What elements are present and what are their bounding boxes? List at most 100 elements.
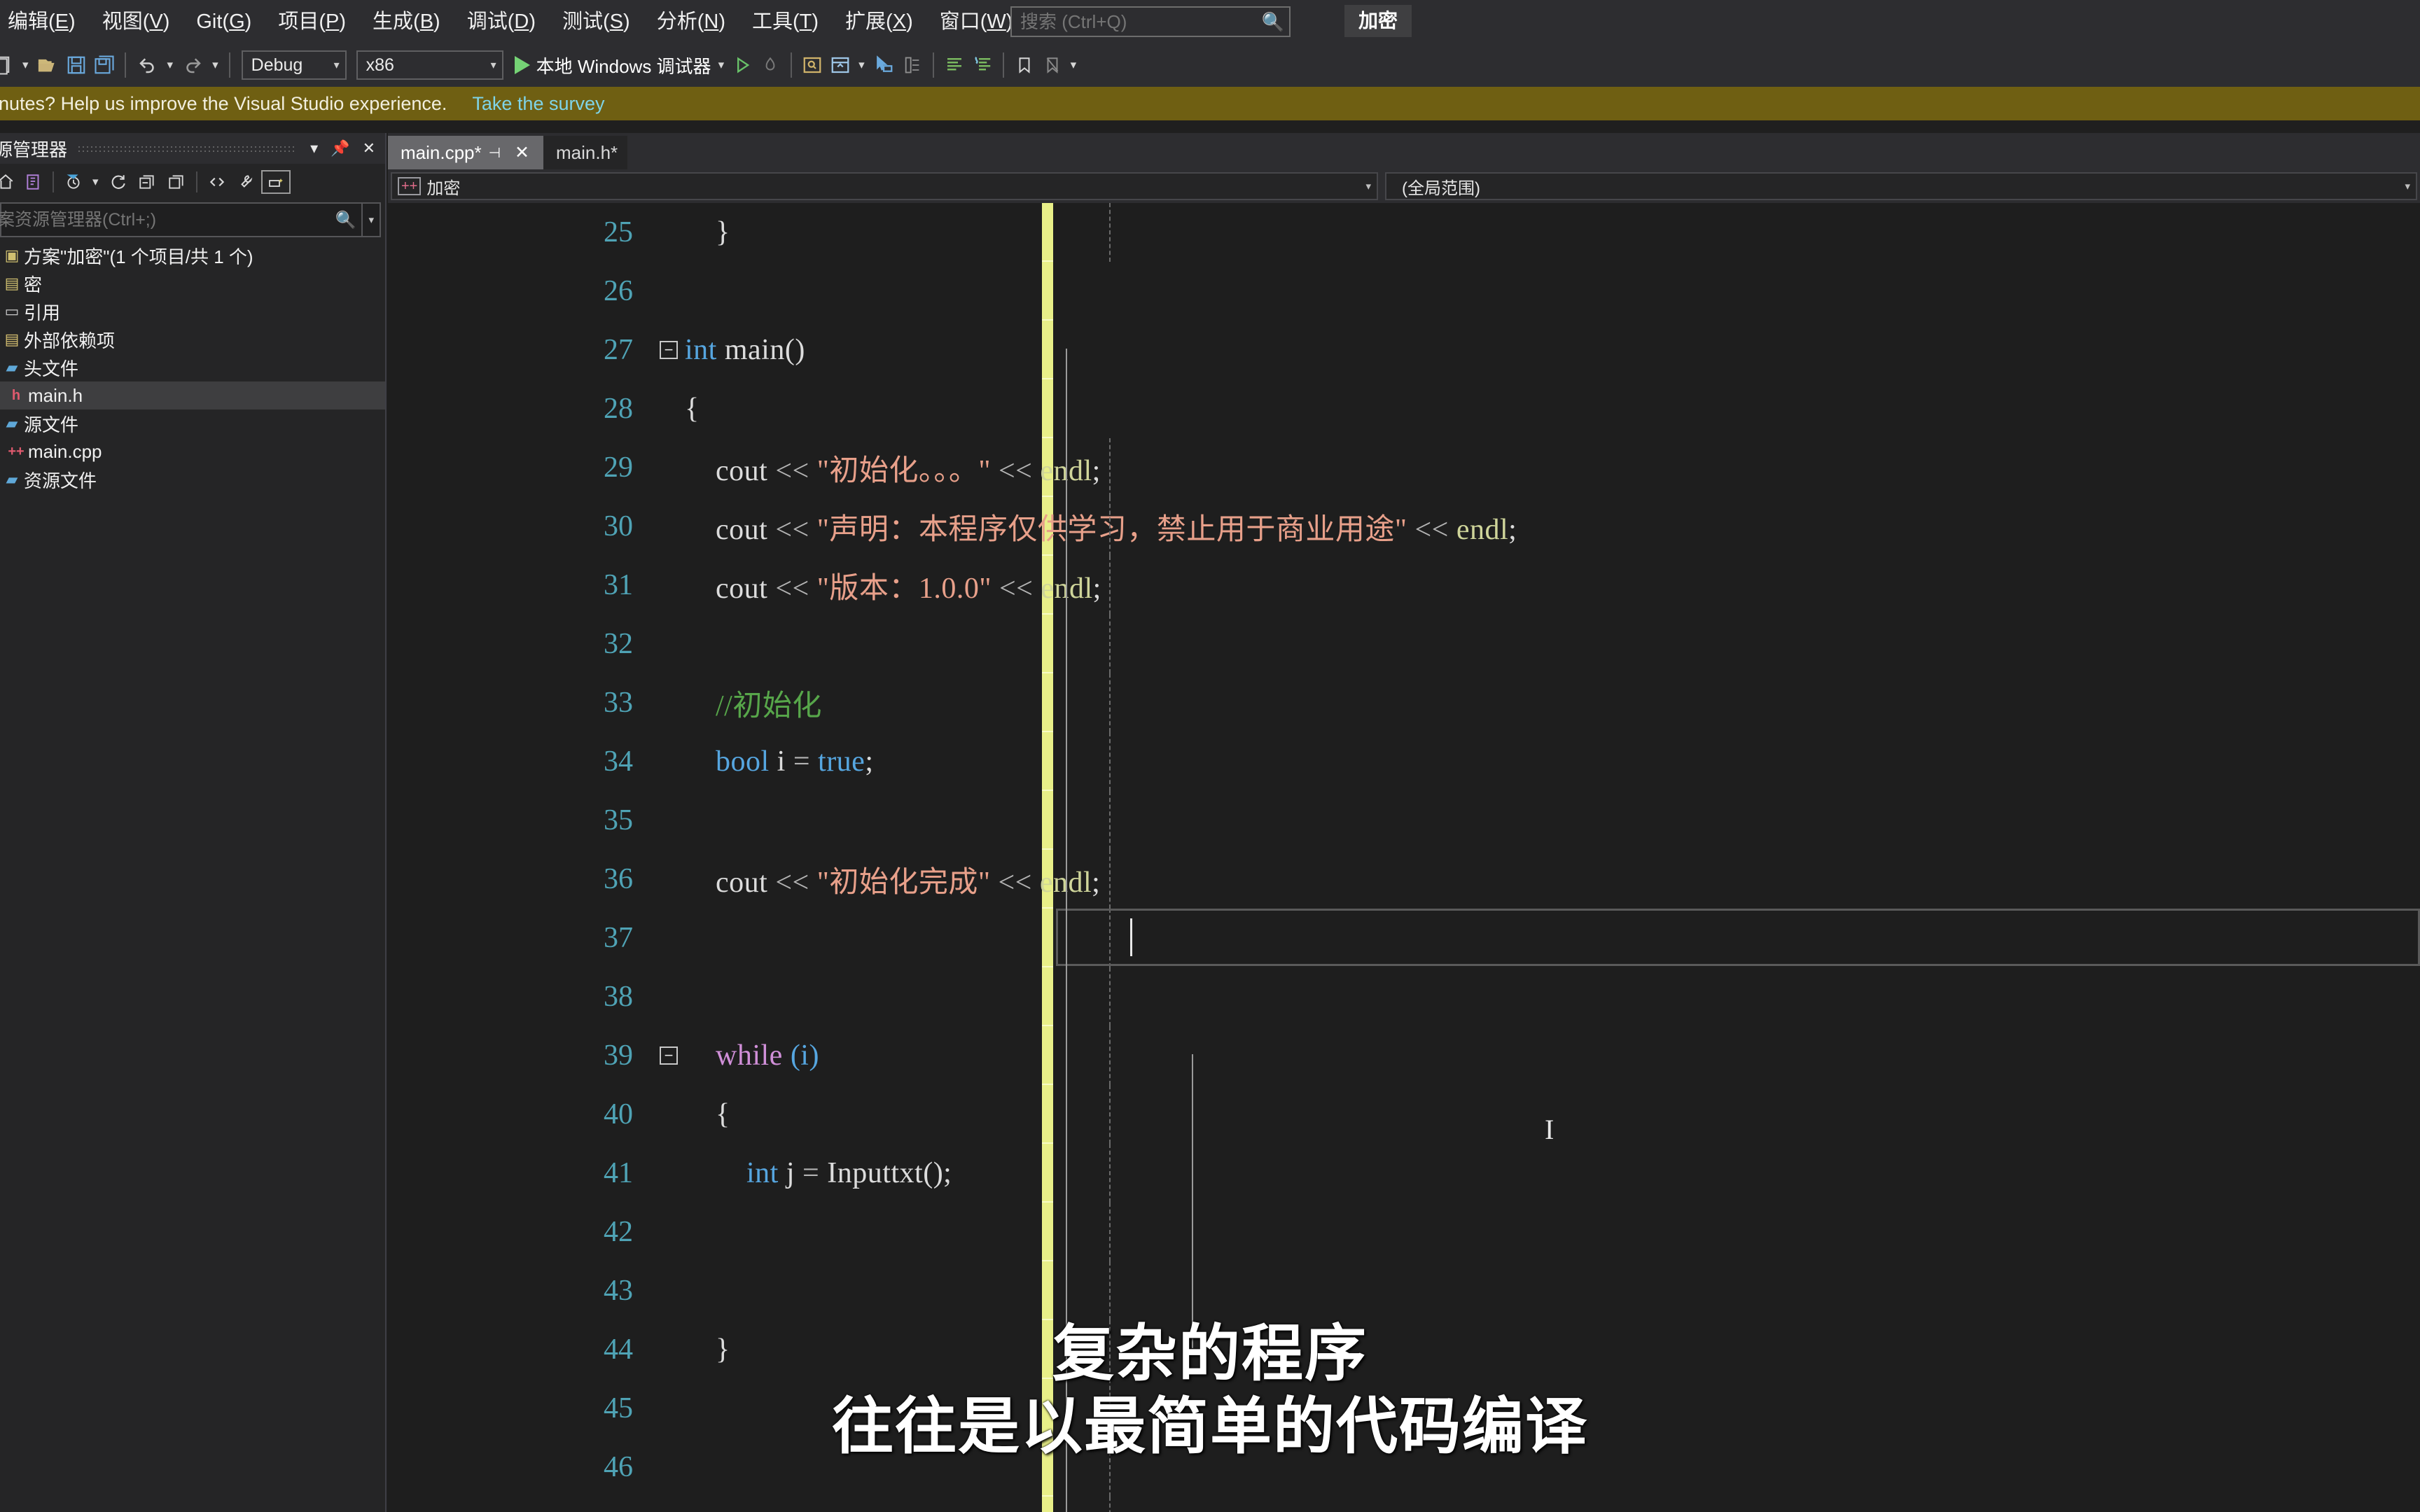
undo-dropdown-icon[interactable]: ▾ [163, 58, 178, 72]
pending-changes-filter-icon[interactable] [59, 173, 88, 191]
properties-icon[interactable] [232, 173, 261, 191]
navbar-scope-dropdown[interactable]: (全局范围) ▾ [1385, 172, 2417, 200]
code-line[interactable]: 28 { [388, 379, 2420, 438]
code-line[interactable]: 43 [388, 1261, 2420, 1320]
menu-item-6[interactable]: 测试(S) [549, 0, 644, 43]
start-without-debugging-icon[interactable] [728, 46, 756, 84]
drag-handle[interactable] [77, 145, 295, 152]
code-line[interactable]: 31 cout << "版本：1.0.0" << endl; [388, 556, 2420, 615]
fold-minus-icon[interactable]: − [660, 1046, 678, 1065]
chevron-down-icon[interactable]: ▾ [1358, 180, 1371, 192]
solution-explorer-search[interactable]: 🔍 ▾ [0, 202, 381, 237]
menu-item-3[interactable]: 项目(P) [265, 0, 359, 43]
menu-item-8[interactable]: 工具(T) [739, 0, 832, 43]
menu-item-9[interactable]: 扩展(X) [832, 0, 926, 43]
code-line[interactable]: 35 [388, 791, 2420, 850]
save-all-icon[interactable] [90, 46, 118, 84]
undo-icon[interactable] [132, 46, 163, 84]
tree-item[interactable]: ▤ 密 [0, 270, 385, 298]
redo-icon[interactable] [177, 46, 208, 84]
solution-platform-dropdown[interactable]: x86 ▾ [356, 50, 503, 80]
tree-item[interactable]: ▰ 资源文件 [0, 465, 385, 493]
code-line[interactable]: 32 [388, 615, 2420, 673]
sync-with-active-document-icon[interactable] [20, 173, 48, 191]
chevron-down-icon[interactable]: ▾ [2398, 180, 2410, 192]
tree-item[interactable]: ▤ 外部依赖项 [0, 326, 385, 354]
code-line[interactable]: 45 [388, 1379, 2420, 1438]
code-editor[interactable]: 25 } 26 27− int main() 28{29 cout << "初始化。。。… [388, 203, 2420, 1512]
chevron-down-icon[interactable]: ▾ [481, 58, 496, 72]
comment-icon[interactable] [940, 46, 968, 84]
pin-icon[interactable]: ⊣ [482, 144, 508, 162]
code-line[interactable]: 25 } [388, 203, 2420, 262]
search-options-dropdown-icon[interactable]: ▾ [361, 204, 380, 236]
menu-item-7[interactable]: 分析(N) [644, 0, 739, 43]
start-debugging-dropdown-icon[interactable]: ▾ [714, 58, 729, 72]
collapse-all-icon[interactable] [132, 173, 162, 191]
menu-item-0[interactable]: 编辑(E) [0, 0, 89, 43]
find-in-files-icon[interactable] [798, 46, 826, 84]
window-layout-icon[interactable] [826, 46, 854, 84]
code-line[interactable]: 27 − int main() [388, 321, 2420, 379]
code-line[interactable]: 39 − while (i) [388, 1026, 2420, 1085]
code-line[interactable]: 41 int j = Inputtxt(); [388, 1144, 2420, 1203]
code-line[interactable]: 33 //初始化 [388, 673, 2420, 732]
search-icon[interactable]: 🔍 [330, 210, 362, 230]
window-layout-dropdown-icon[interactable]: ▾ [854, 58, 869, 72]
fold-collapse-icon[interactable]: − [653, 341, 685, 359]
search-icon[interactable]: 🔍 [1257, 11, 1289, 33]
tree-item[interactable]: ▭ 引用 [0, 298, 385, 326]
fold-collapse-icon[interactable]: − [653, 1046, 685, 1065]
tree-item[interactable]: ++ main.cpp [0, 438, 385, 465]
code-line[interactable]: 34 bool i = true; [388, 732, 2420, 791]
refresh-icon[interactable] [103, 173, 132, 191]
menu-item-1[interactable]: 视图(V) [89, 0, 183, 43]
hot-reload-icon[interactable] [756, 46, 784, 84]
tree-item[interactable]: ▣ 方案"加密"(1 个项目/共 1 个) [0, 241, 385, 270]
code-line[interactable]: 30 cout << "声明：本程序仅供学习，禁止用于商业用途" << endl… [388, 497, 2420, 556]
fold-minus-icon[interactable]: − [660, 341, 678, 359]
view-code-icon[interactable] [202, 173, 232, 191]
close-icon[interactable]: ✕ [508, 142, 534, 163]
search-input[interactable] [1012, 10, 1257, 33]
toolbar-overflow-icon[interactable]: ▾ [1066, 58, 1081, 72]
code-line[interactable]: 47 return 0; [388, 1497, 2420, 1512]
code-line[interactable]: 46 [388, 1438, 2420, 1497]
code-line[interactable]: 29 cout << "初始化。。。" << endl; [388, 438, 2420, 497]
tree-item[interactable]: ▰ 头文件 [0, 354, 385, 382]
editor-tab[interactable]: main.cpp* ⊣ ✕ [388, 136, 543, 169]
filter-dropdown-icon[interactable]: ▾ [88, 175, 103, 189]
pin-icon[interactable]: 📌 [324, 139, 356, 158]
navbar-project-dropdown[interactable]: ++ 加密 ▾ [391, 172, 1378, 200]
search-box[interactable]: 🔍 [1010, 6, 1291, 37]
menu-item-2[interactable]: Git(G) [183, 0, 265, 43]
live-visual-tree-icon[interactable] [898, 46, 926, 84]
start-debugging-label[interactable]: 本地 Windows 调试器 [536, 52, 714, 78]
code-line[interactable]: 42 [388, 1203, 2420, 1261]
new-file-dropdown-icon[interactable]: ▾ [18, 58, 33, 72]
editor-tab[interactable]: main.h* [543, 136, 628, 169]
take-the-survey-link[interactable]: Take the survey [472, 93, 604, 115]
code-line[interactable]: 37 [388, 909, 2420, 967]
close-icon[interactable]: ✕ [356, 139, 385, 158]
new-file-icon[interactable] [0, 46, 18, 84]
code-line[interactable]: 38 [388, 967, 2420, 1026]
solution-explorer-search-input[interactable] [0, 209, 330, 230]
show-all-files-icon[interactable] [162, 173, 191, 191]
menu-item-4[interactable]: 生成(B) [359, 0, 454, 43]
start-debugging-button[interactable] [508, 46, 536, 84]
code-line[interactable]: 40 { [388, 1085, 2420, 1144]
tree-item[interactable]: h main.h [0, 382, 385, 410]
solution-configuration-dropdown[interactable]: Debug ▾ [241, 50, 347, 80]
select-element-icon[interactable] [869, 46, 898, 84]
uncomment-icon[interactable] [968, 46, 996, 84]
tree-item[interactable]: ▰ 源文件 [0, 410, 385, 438]
code-line[interactable]: 44 } [388, 1320, 2420, 1379]
menu-item-5[interactable]: 调试(D) [454, 0, 549, 43]
open-folder-icon[interactable] [33, 46, 62, 84]
code-line[interactable]: 26 [388, 262, 2420, 321]
save-icon[interactable] [62, 46, 90, 84]
bookmark-icon[interactable] [1010, 46, 1038, 84]
preview-selected-items-icon[interactable] [260, 170, 291, 194]
code-line[interactable]: 36 cout << "初始化完成" << endl; [388, 850, 2420, 909]
